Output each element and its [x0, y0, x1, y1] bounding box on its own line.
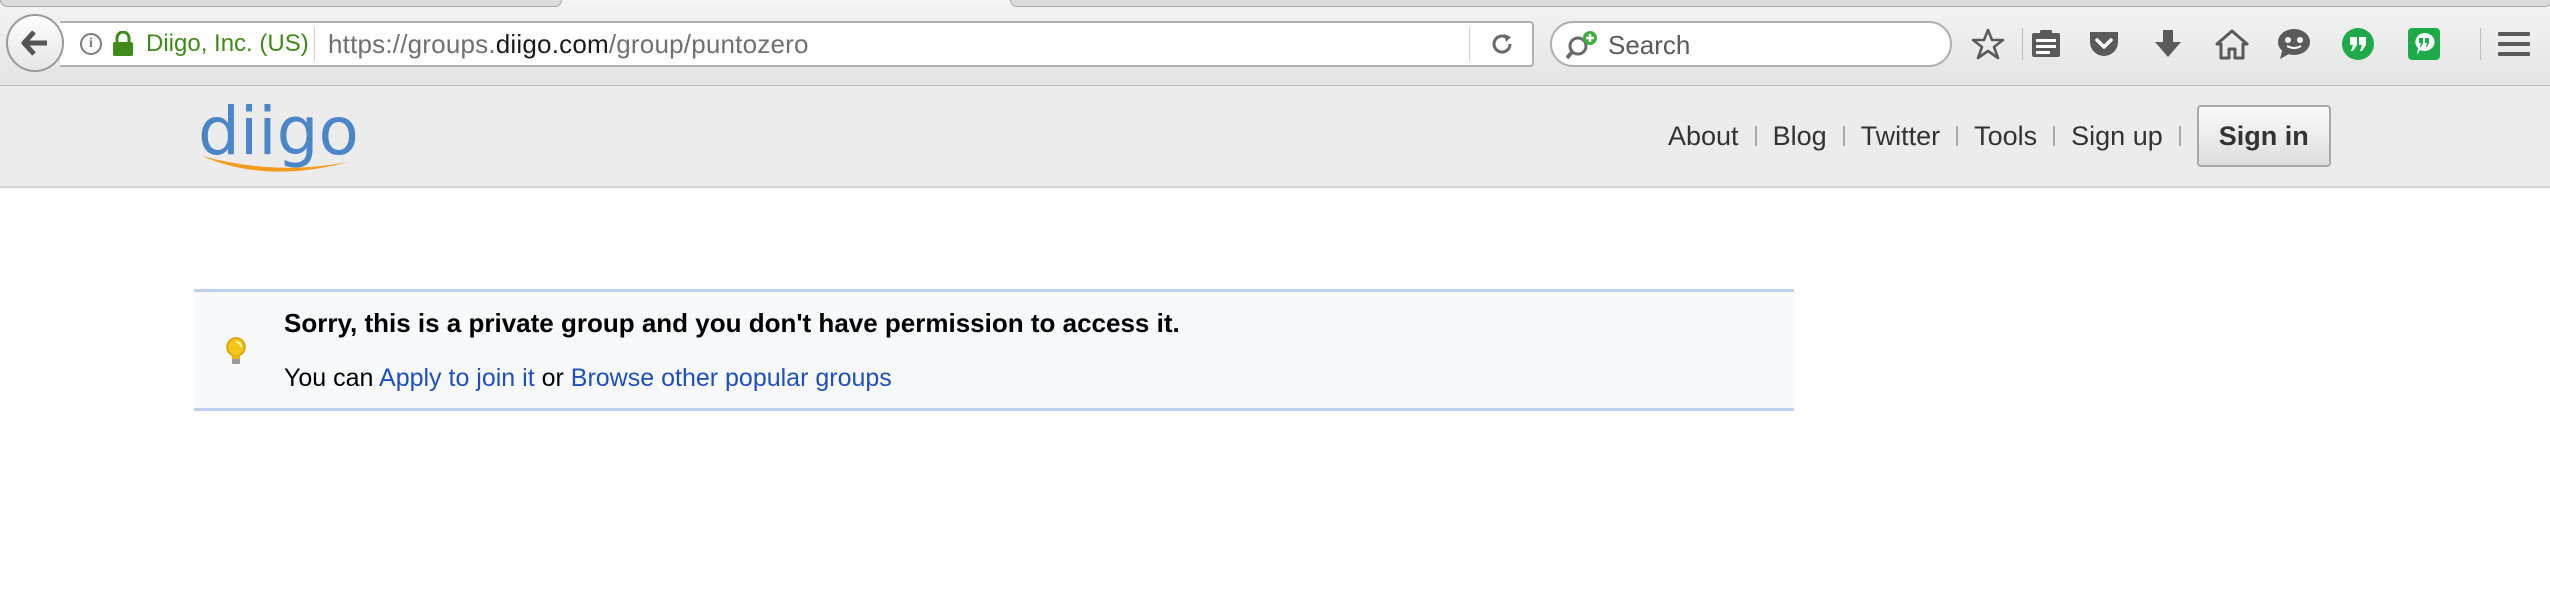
search-box[interactable] [1550, 21, 1952, 67]
hamburger-menu-icon[interactable] [2494, 24, 2534, 64]
logo-text: diigo [198, 93, 356, 170]
toolbar-divider [2022, 28, 2023, 60]
url-path: /group/puntozero [608, 29, 809, 59]
nav-twitter[interactable]: Twitter [1861, 121, 1941, 152]
pocket-icon[interactable] [2084, 24, 2124, 64]
download-icon[interactable] [2148, 24, 2188, 64]
toolbar-divider [2480, 28, 2481, 60]
reload-separator [1469, 27, 1470, 61]
reading-list-icon[interactable] [2026, 24, 2066, 64]
nav-signup[interactable]: Sign up [2071, 121, 2163, 152]
nav-separator [2178, 126, 2181, 146]
hangouts-square-icon[interactable] [2404, 24, 2444, 64]
private-group-notice: Sorry, this is a private group and you d… [194, 289, 1794, 411]
info-icon[interactable]: i [80, 33, 102, 55]
nav-separator [1956, 126, 1959, 146]
nav-blog[interactable]: Blog [1773, 121, 1827, 152]
browser-toolbar: i Diigo, Inc. (US) https://groups.diigo.… [0, 0, 2550, 86]
sign-in-button[interactable]: Sign in [2196, 105, 2331, 167]
apply-to-join-link[interactable]: Apply to join it [379, 364, 535, 392]
nav-tools[interactable]: Tools [1974, 121, 2037, 152]
chat-bubble-icon[interactable] [2274, 24, 2314, 64]
url-text[interactable]: https://groups.diigo.com/group/puntozero [328, 23, 809, 65]
tab-edge-right[interactable] [1010, 0, 2550, 7]
search-engine-icon[interactable] [1565, 30, 1598, 60]
notice-or: or [534, 364, 571, 392]
nav-separator [2053, 126, 2056, 146]
notice-body: You can Apply to join it or Browse other… [284, 364, 892, 393]
site-identity[interactable]: i Diigo, Inc. (US) [80, 23, 309, 65]
browse-groups-link[interactable]: Browse other popular groups [571, 364, 892, 392]
diigo-logo[interactable]: diigo [196, 92, 359, 182]
tab-edge-left[interactable] [0, 0, 562, 7]
url-domain: diigo.com [495, 29, 609, 59]
notice-title: Sorry, this is a private group and you d… [284, 308, 1180, 338]
url-separator [314, 27, 315, 61]
back-button[interactable] [6, 14, 64, 72]
bookmark-star-icon[interactable] [1968, 24, 2008, 64]
url-bar[interactable]: i Diigo, Inc. (US) https://groups.diigo.… [60, 21, 1534, 67]
identity-label: Diigo, Inc. (US) [146, 30, 309, 57]
hangouts-icon[interactable] [2338, 24, 2378, 64]
lightbulb-icon [224, 336, 248, 368]
site-header: diigo About Blog Twitter Tools Sign up S… [0, 86, 2550, 188]
url-prefix: https://groups. [328, 29, 496, 59]
home-icon[interactable] [2212, 24, 2252, 64]
search-input[interactable] [1606, 27, 1930, 63]
nav-separator [1842, 126, 1845, 146]
nav-separator [1754, 126, 1757, 146]
back-arrow-icon [20, 29, 50, 57]
notice-prefix: You can [284, 364, 380, 392]
nav-about[interactable]: About [1668, 121, 1739, 152]
site-nav: About Blog Twitter Tools Sign up Sign in [1668, 86, 2331, 186]
reload-icon[interactable] [1484, 27, 1520, 61]
lock-icon [112, 30, 136, 58]
